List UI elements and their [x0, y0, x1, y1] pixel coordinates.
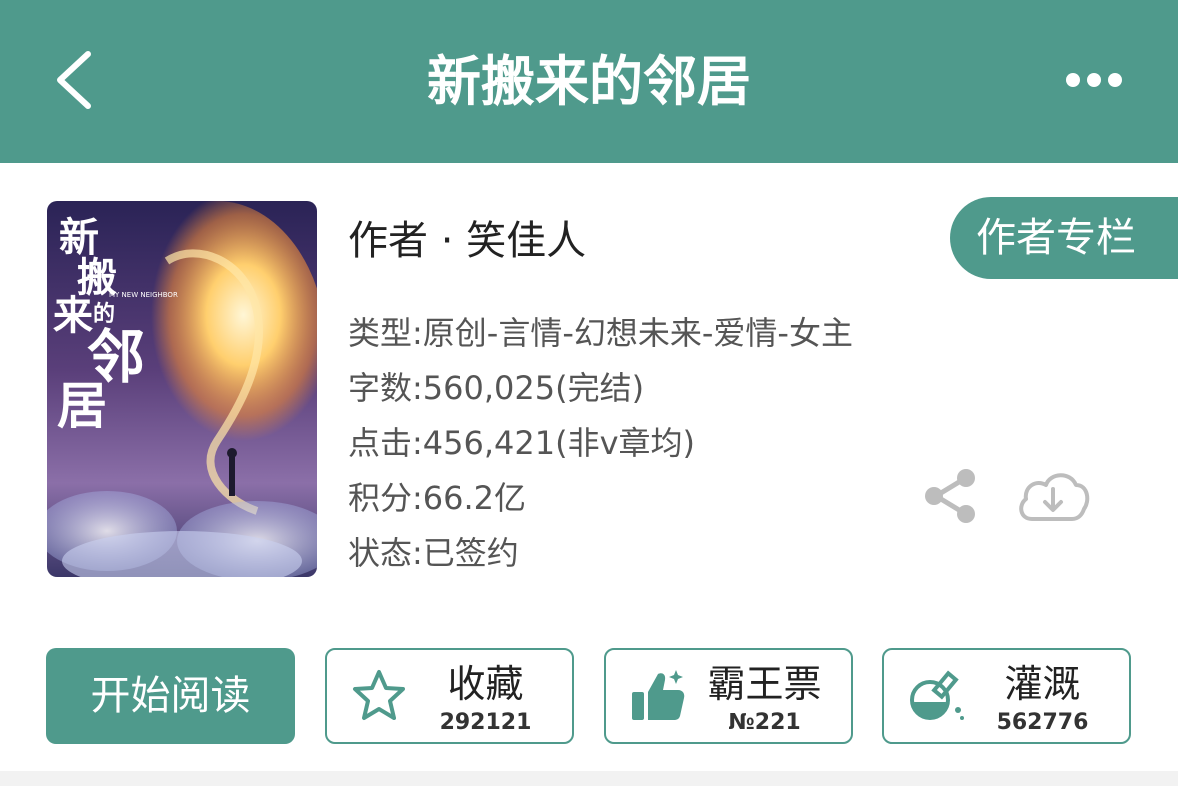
thumbs-up-icon — [632, 670, 685, 720]
book-status: 状态:已签约 — [348, 534, 519, 572]
book-cover-art: 新 搬 来 的 邻 居 MY NEW NEIGHBOR 完结 — [47, 201, 317, 577]
flask-icon — [910, 670, 964, 720]
share-icon — [925, 469, 975, 523]
cover-small-text: MY NEW NEIGHBOR — [109, 291, 178, 299]
share-button[interactable] — [920, 465, 982, 527]
book-type: 类型:原创-言情-幻想未来-爱情-女主 — [348, 314, 853, 352]
water-button[interactable]: 灌溉 562776 — [882, 648, 1131, 744]
collect-count: 292121 — [439, 710, 532, 735]
more-horizontal-icon — [1066, 73, 1122, 87]
water-label: 灌溉 — [1004, 662, 1081, 706]
book-score: 积分:66.2亿 — [348, 479, 527, 517]
book-word-count: 字数:560,025(完结) — [348, 369, 645, 407]
start-reading-button[interactable]: 开始阅读 — [46, 648, 295, 744]
vote-label: 霸王票 — [707, 662, 822, 706]
top-bar: 新搬来的邻居 — [0, 0, 1178, 163]
page-title: 新搬来的邻居 — [427, 50, 751, 113]
vote-button[interactable]: 霸王票 №221 — [604, 648, 853, 744]
book-clicks: 点击:456,421(非v章均) — [348, 424, 696, 462]
author-name[interactable]: 作者 · 笑佳人 — [348, 211, 586, 271]
collect-label: 收藏 — [447, 662, 524, 706]
more-button[interactable] — [1060, 60, 1130, 100]
author-column-button[interactable]: 作者专栏 — [950, 197, 1178, 279]
download-button[interactable] — [1014, 465, 1092, 527]
star-icon — [353, 670, 405, 720]
cloud-download-icon — [1019, 473, 1090, 521]
vote-count: №221 — [728, 710, 801, 735]
collect-button[interactable]: 收藏 292121 — [325, 648, 574, 744]
cover-title-text-6: 居 — [57, 376, 107, 435]
book-info-card: 新 搬 来 的 邻 居 MY NEW NEIGHBOR 完结 作者 · 笑佳人 … — [0, 163, 1178, 771]
water-count: 562776 — [996, 710, 1089, 735]
book-cover[interactable]: 新 搬 来 的 邻 居 MY NEW NEIGHBOR 完结 — [47, 201, 317, 577]
